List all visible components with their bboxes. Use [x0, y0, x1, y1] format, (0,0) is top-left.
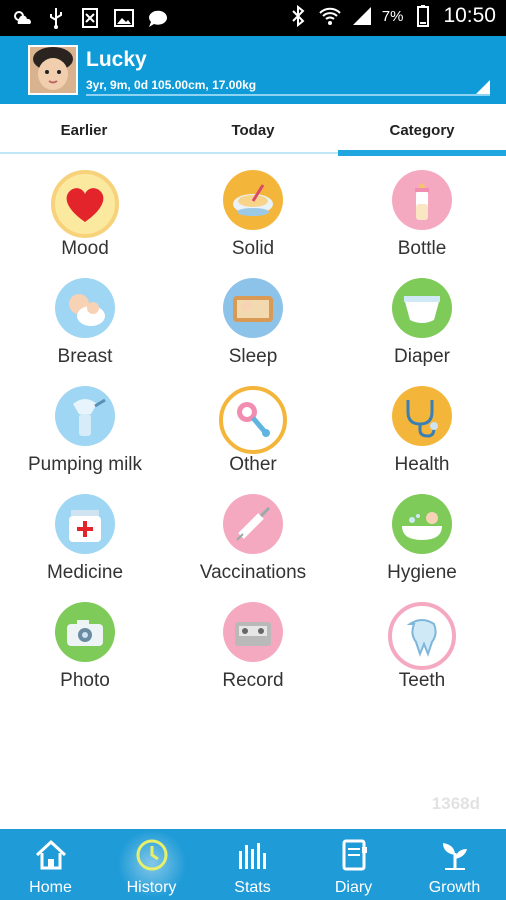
category-label: Teeth: [398, 670, 446, 691]
home-icon: [35, 839, 67, 870]
wifi-icon: [319, 7, 341, 25]
category-teeth[interactable]: Teeth: [338, 600, 506, 708]
usb-icon: [50, 8, 62, 29]
bathtub-icon: [392, 494, 452, 554]
tooth-icon: [388, 602, 456, 670]
category-diaper[interactable]: Diaper: [338, 276, 506, 384]
no-sim-icon: [82, 8, 98, 28]
baby-name: Lucky: [86, 48, 147, 71]
category-label: Solid: [231, 238, 275, 259]
category-label: Pumping milk: [27, 454, 143, 475]
battery-percent: 7%: [381, 7, 404, 25]
category-mood[interactable]: Mood: [1, 168, 169, 276]
nav-history[interactable]: History: [101, 829, 202, 900]
nav-label: Growth: [428, 879, 481, 896]
category-label: Record: [222, 670, 284, 691]
chat-icon: [148, 10, 167, 27]
avatar[interactable]: [28, 45, 78, 95]
category-label: Photo: [60, 670, 110, 691]
category-solid[interactable]: Solid: [169, 168, 337, 276]
nav-stats[interactable]: Stats: [202, 829, 303, 900]
dropdown-corner-icon[interactable]: [476, 80, 490, 94]
baby-face-icon: [30, 47, 76, 93]
rattle-icon: [219, 386, 287, 454]
category-label: Health: [394, 454, 450, 475]
header-divider: [86, 94, 490, 96]
bowl-icon: [223, 170, 283, 230]
nav-label: History: [126, 879, 177, 896]
heart-icon: [51, 170, 119, 238]
weather-icon: [14, 11, 31, 24]
camera-icon: [55, 602, 115, 662]
image-icon: [114, 9, 134, 27]
nav-label: Home: [29, 879, 72, 896]
medicine-bottle-icon: [55, 494, 115, 554]
status-bar: 7% 10:50: [0, 0, 506, 36]
sprout-icon: [443, 843, 467, 870]
clock-time: 10:50: [443, 4, 496, 27]
category-label: Diaper: [394, 346, 450, 367]
signal-icon: [352, 7, 371, 25]
category-label: Breast: [57, 346, 113, 367]
diaper-icon: [392, 278, 452, 338]
bluetooth-icon: [292, 4, 305, 28]
category-bottle[interactable]: Bottle: [338, 168, 506, 276]
nav-growth[interactable]: Growth: [404, 829, 505, 900]
crib-icon: [223, 278, 283, 338]
breast-pump-icon: [55, 386, 115, 446]
category-label: Vaccinations: [199, 562, 307, 583]
battery-icon: [417, 5, 430, 27]
stats-icon: [239, 843, 266, 869]
nav-label: Diary: [334, 879, 373, 896]
category-label: Hygiene: [387, 562, 457, 583]
clock-icon: [136, 839, 168, 871]
stethoscope-icon: [392, 386, 452, 446]
category-vaccinations[interactable]: Vaccinations: [169, 492, 337, 600]
baby-profile-header[interactable]: Lucky 3yr, 9m, 0d 105.00cm, 17.00kg: [0, 36, 506, 104]
baby-age-height-weight: 3yr, 9m, 0d 105.00cm, 17.00kg: [86, 78, 257, 92]
bottom-navigation: Home History Stats Diary Growth: [0, 829, 506, 900]
breastfeeding-icon: [55, 278, 115, 338]
diary-icon: [342, 839, 367, 871]
category-other[interactable]: Other: [169, 384, 337, 492]
category-record[interactable]: Record: [169, 600, 337, 708]
category-label: Bottle: [397, 238, 447, 259]
category-label: Mood: [61, 238, 109, 259]
category-label: Medicine: [46, 562, 124, 583]
category-sleep[interactable]: Sleep: [169, 276, 337, 384]
category-hygiene[interactable]: Hygiene: [338, 492, 506, 600]
category-medicine[interactable]: Medicine: [1, 492, 169, 600]
category-photo[interactable]: Photo: [1, 600, 169, 708]
category-health[interactable]: Health: [338, 384, 506, 492]
tab-active-indicator: [338, 150, 506, 156]
category-pumping-milk[interactable]: Pumping milk: [1, 384, 169, 492]
nav-diary[interactable]: Diary: [303, 829, 404, 900]
days-counter: 1368d: [431, 794, 480, 813]
category-label: Other: [229, 454, 277, 475]
nav-home[interactable]: Home: [0, 829, 101, 900]
category-breast[interactable]: Breast: [1, 276, 169, 384]
bottle-icon: [392, 170, 452, 230]
cassette-icon: [223, 602, 283, 662]
syringe-icon: [223, 494, 283, 554]
category-label: Sleep: [228, 346, 278, 367]
nav-label: Stats: [234, 879, 271, 896]
